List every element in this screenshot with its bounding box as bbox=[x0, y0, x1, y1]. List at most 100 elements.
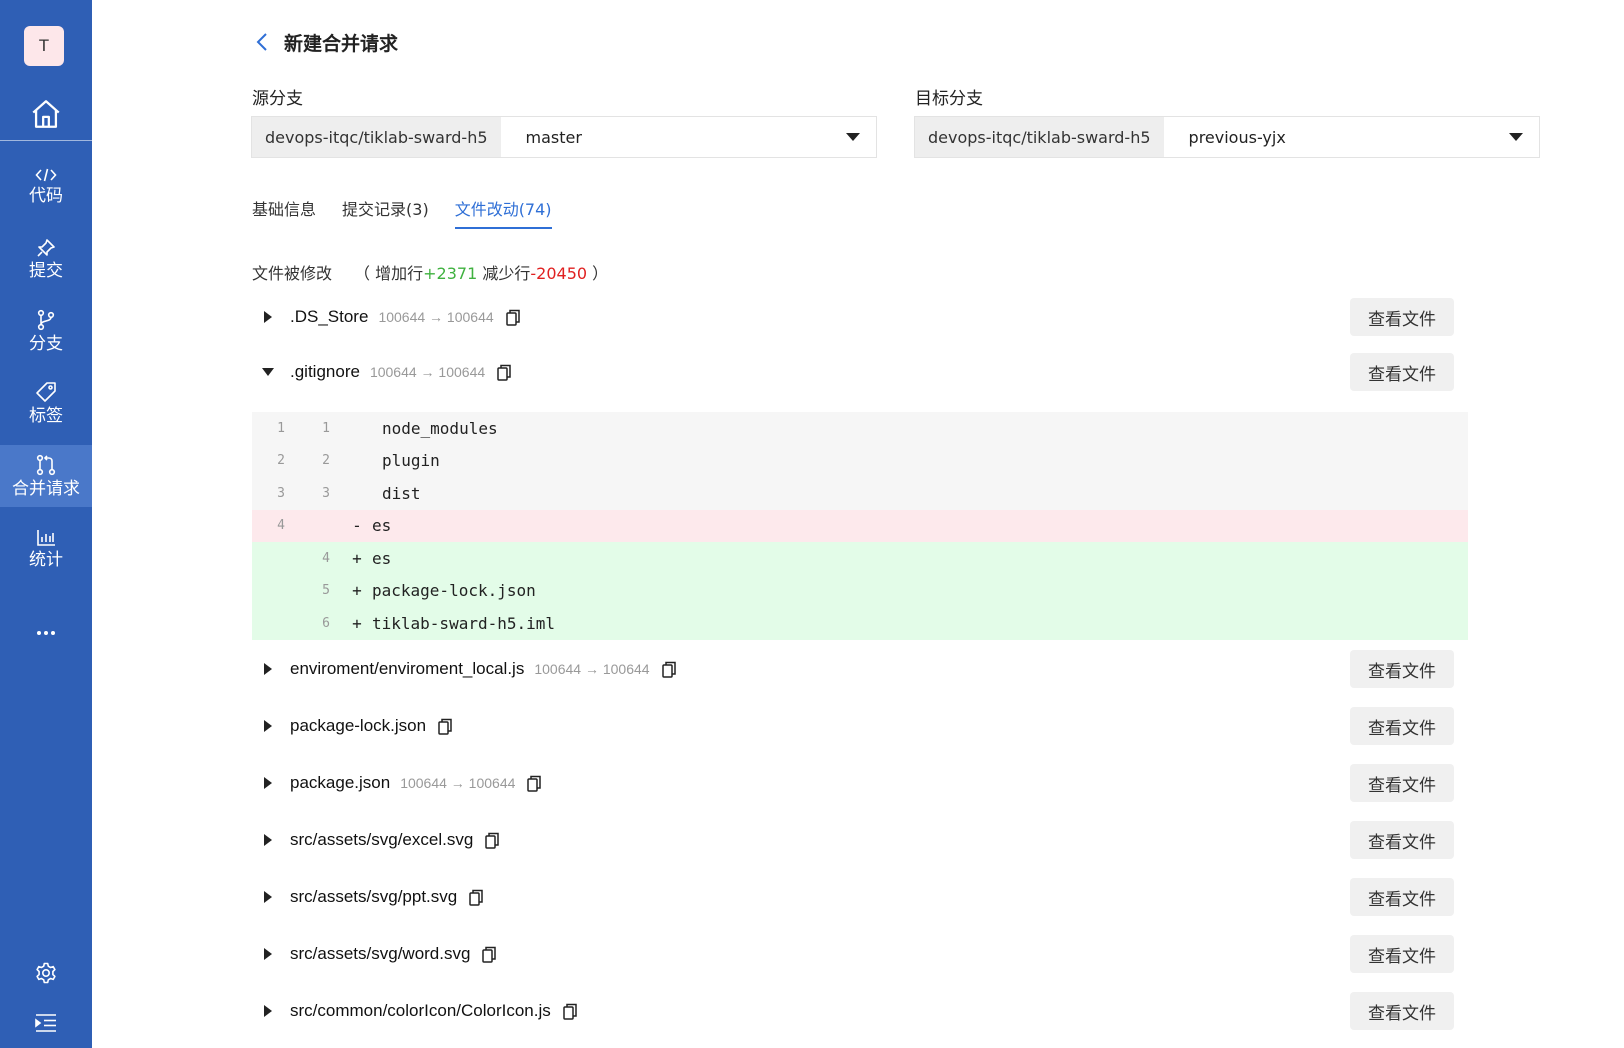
page-title: 新建合并请求 bbox=[284, 32, 399, 55]
new-line-number: 5 bbox=[322, 583, 330, 599]
file-mode: 100644 → 100644 bbox=[369, 364, 486, 380]
expand-caret-icon[interactable] bbox=[264, 1005, 272, 1017]
file-row[interactable]: .gitignore 100644 → 100644 查看文件 bbox=[252, 352, 1454, 392]
sidebar-item-label: 合并请求 bbox=[12, 478, 80, 499]
removed-count: -20450 bbox=[530, 264, 588, 283]
file-row[interactable]: package.json 100644 → 100644 查看文件 bbox=[252, 763, 1454, 803]
new-line-number: 6 bbox=[322, 615, 330, 631]
copy-icon[interactable] bbox=[661, 661, 676, 678]
view-file-button[interactable]: 查看文件 bbox=[1350, 353, 1454, 391]
view-file-button[interactable]: 查看文件 bbox=[1350, 992, 1454, 1030]
tab-bar: 基础信息 提交记录(3) 文件改动(74) bbox=[252, 196, 552, 232]
diff-line-added: 5 + package-lock.json bbox=[252, 574, 1468, 607]
new-line-number: 2 bbox=[322, 453, 330, 469]
home-icon[interactable] bbox=[0, 88, 92, 140]
tab-commits[interactable]: 提交记录(3) bbox=[342, 196, 429, 232]
expand-caret-icon[interactable] bbox=[264, 663, 272, 675]
menu-toggle-icon[interactable] bbox=[0, 1005, 92, 1041]
file-mode: 100644 → 100644 bbox=[378, 309, 494, 325]
gear-icon[interactable] bbox=[0, 955, 92, 991]
sidebar-item-label: 提交 bbox=[29, 260, 63, 281]
tab-basic-info[interactable]: 基础信息 bbox=[252, 196, 316, 232]
sidebar-item-statistics[interactable]: 统计 bbox=[0, 518, 92, 580]
bar-chart-icon bbox=[37, 529, 55, 546]
view-file-button[interactable]: 查看文件 bbox=[1350, 764, 1454, 802]
copy-icon[interactable] bbox=[482, 946, 497, 963]
expand-caret-icon[interactable] bbox=[264, 777, 272, 789]
old-line-number: 1 bbox=[277, 420, 285, 436]
change-summary: 文件被修改 （ 增加行+2371 减少行-20450 ） bbox=[252, 260, 608, 284]
file-row[interactable]: src/assets/svg/ppt.svg 查看文件 bbox=[252, 877, 1454, 917]
copy-icon[interactable] bbox=[505, 309, 520, 326]
sidebar-item-commit[interactable]: 提交 bbox=[0, 228, 92, 290]
view-file-button[interactable]: 查看文件 bbox=[1350, 878, 1454, 916]
sidebar-item-label: 代码 bbox=[29, 185, 63, 206]
diff-line: 1 1 node_modules bbox=[252, 412, 1468, 445]
file-row[interactable]: enviroment/enviroment_local.js 100644 → … bbox=[252, 649, 1454, 689]
old-line-number: 3 bbox=[277, 485, 285, 501]
collapse-caret-icon[interactable] bbox=[262, 368, 274, 376]
source-branch-value: master bbox=[525, 127, 582, 147]
back-arrow-icon[interactable] bbox=[252, 30, 272, 54]
view-file-button[interactable]: 查看文件 bbox=[1350, 707, 1454, 745]
page-header: 新建合并请求 bbox=[252, 26, 398, 58]
old-line-number: 2 bbox=[277, 453, 285, 469]
file-row[interactable]: package-lock.json 查看文件 bbox=[252, 706, 1454, 746]
sidebar-item-code[interactable]: 代码 bbox=[0, 155, 92, 217]
file-name: src/assets/svg/word.svg bbox=[290, 944, 471, 963]
file-row[interactable]: src/assets/svg/word.svg 查看文件 bbox=[252, 934, 1454, 974]
more-icon[interactable] bbox=[0, 618, 92, 648]
branch-icon bbox=[37, 309, 55, 330]
target-branch-select[interactable]: devops-itqc/tiklab-sward-h5 previous-yjx bbox=[914, 116, 1540, 158]
file-row[interactable]: src/assets/svg/excel.svg 查看文件 bbox=[252, 820, 1454, 860]
source-branch-dropdown[interactable]: master bbox=[500, 117, 876, 157]
copy-icon[interactable] bbox=[563, 1003, 577, 1020]
view-file-button[interactable]: 查看文件 bbox=[1350, 650, 1454, 688]
target-branch-dropdown[interactable]: previous-yjx bbox=[1163, 117, 1539, 157]
diff-line-removed: 4 - es bbox=[252, 509, 1468, 542]
diff-view: 1 1 node_modules 2 2 plugin 3 3 dist 4 -… bbox=[252, 412, 1468, 640]
file-name: enviroment/enviroment_local.js bbox=[290, 659, 525, 678]
diff-code: es bbox=[372, 548, 392, 568]
source-branch-label: 源分支 bbox=[252, 89, 303, 109]
file-name: package-lock.json bbox=[290, 716, 427, 735]
old-line-number: 4 bbox=[252, 518, 297, 534]
diff-sign: + bbox=[352, 613, 362, 633]
sidebar-item-tag[interactable]: 标签 bbox=[0, 372, 92, 434]
copy-icon[interactable] bbox=[485, 832, 500, 849]
summary-open-paren: （ bbox=[354, 264, 371, 283]
sidebar-item-label: 标签 bbox=[29, 405, 63, 426]
view-file-button[interactable]: 查看文件 bbox=[1350, 935, 1454, 973]
diff-code: package-lock.json bbox=[372, 581, 536, 601]
new-line-number: 4 bbox=[322, 550, 330, 566]
tab-file-changes[interactable]: 文件改动(74) bbox=[454, 196, 552, 232]
new-line-number: 3 bbox=[322, 485, 330, 501]
sidebar-item-merge-request[interactable]: 合并请求 bbox=[0, 445, 92, 507]
diff-code: dist bbox=[382, 483, 421, 503]
removed-label: 减少行 bbox=[482, 264, 531, 283]
avatar[interactable]: T bbox=[24, 26, 64, 66]
target-branch-label: 目标分支 bbox=[915, 89, 983, 109]
copy-icon[interactable] bbox=[438, 718, 452, 735]
copy-icon[interactable] bbox=[497, 364, 511, 381]
sidebar-item-branch[interactable]: 分支 bbox=[0, 300, 92, 362]
target-repo: devops-itqc/tiklab-sward-h5 bbox=[915, 117, 1164, 157]
source-branch-select[interactable]: devops-itqc/tiklab-sward-h5 master bbox=[251, 116, 877, 158]
expand-caret-icon[interactable] bbox=[264, 891, 272, 903]
diff-line-added: 4 + es bbox=[252, 542, 1468, 575]
expand-caret-icon[interactable] bbox=[264, 720, 272, 732]
copy-icon[interactable] bbox=[527, 775, 542, 792]
expand-caret-icon[interactable] bbox=[264, 311, 272, 323]
added-label: 增加行 bbox=[375, 264, 424, 283]
sidebar: T 代码 提交 分支 标签 合并请求 统计 bbox=[0, 0, 92, 1048]
copy-icon[interactable] bbox=[469, 889, 483, 906]
file-name: src/assets/svg/ppt.svg bbox=[290, 887, 458, 906]
added-count: +2371 bbox=[423, 264, 478, 283]
diff-code: tiklab-sward-h5.iml bbox=[372, 613, 556, 633]
file-row[interactable]: .DS_Store 100644 → 100644 查看文件 bbox=[252, 297, 1454, 337]
view-file-button[interactable]: 查看文件 bbox=[1350, 298, 1454, 336]
view-file-button[interactable]: 查看文件 bbox=[1350, 821, 1454, 859]
expand-caret-icon[interactable] bbox=[264, 948, 272, 960]
expand-caret-icon[interactable] bbox=[264, 834, 272, 846]
file-row[interactable]: src/common/colorIcon/ColorIcon.js 查看文件 bbox=[252, 991, 1454, 1031]
